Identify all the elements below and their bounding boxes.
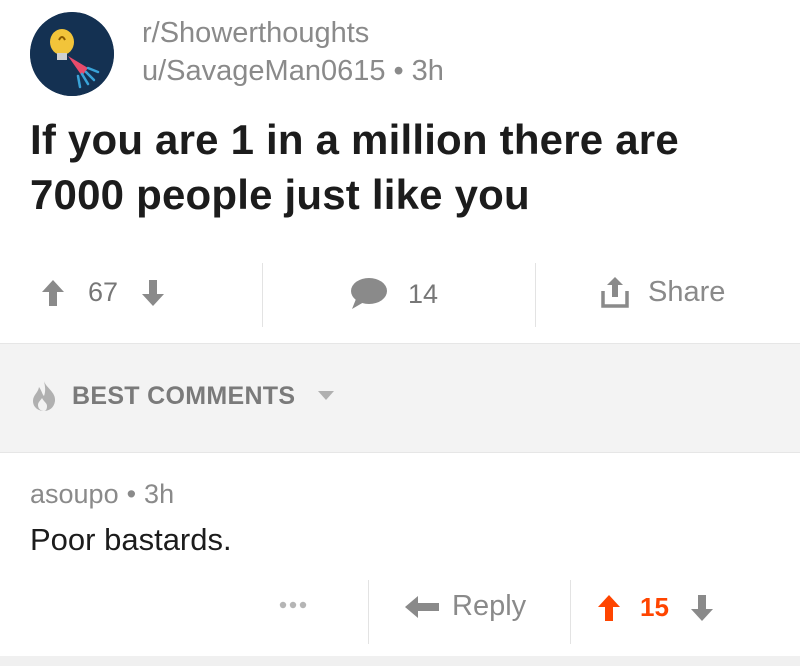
comment-vote-group: 15 — [596, 592, 715, 623]
comment-age: 3h — [144, 479, 175, 509]
flame-icon — [33, 381, 56, 411]
divider — [570, 580, 571, 644]
comment-author-line: asoupo • 3h — [30, 478, 770, 510]
post-author[interactable]: u/SavageMan0615 — [142, 55, 385, 87]
reply-arrow-icon — [405, 595, 439, 618]
downvote-arrow-icon[interactable] — [689, 593, 715, 623]
comment-author[interactable]: asoupo — [30, 479, 119, 509]
reply-label: Reply — [452, 590, 527, 622]
post-vote-group: 67 — [40, 277, 166, 308]
bottom-strip — [0, 656, 800, 666]
post-age: 3h — [411, 55, 444, 87]
sort-dropdown[interactable]: BEST COMMENTS — [30, 380, 335, 412]
divider — [262, 263, 263, 327]
comment-sort-bar: BEST COMMENTS — [0, 343, 800, 453]
more-options-icon[interactable] — [278, 600, 308, 610]
comment-score: 15 — [640, 592, 669, 622]
divider — [368, 580, 369, 644]
post-header: r/Showerthoughts u/SavageMan0615 • 3h — [30, 12, 770, 96]
upvote-arrow-icon[interactable] — [40, 278, 66, 308]
subreddit-avatar[interactable] — [30, 12, 114, 96]
share-button[interactable]: Share — [600, 275, 725, 309]
chevron-down-icon — [318, 391, 335, 400]
post-score: 67 — [88, 277, 119, 307]
post-action-bar: 67 14 Share — [0, 255, 800, 333]
comments-count: 14 — [408, 278, 439, 309]
subreddit-link[interactable]: r/Showerthoughts — [142, 16, 444, 50]
comment-bubble-icon — [351, 278, 387, 309]
sort-label: BEST COMMENTS — [72, 381, 296, 410]
downvote-arrow-icon[interactable] — [140, 278, 166, 308]
comment: asoupo • 3h Poor bastards. — [30, 478, 770, 560]
separator-dot: • — [126, 479, 137, 509]
comment-action-bar: Reply 15 — [0, 572, 800, 652]
comment-body: Poor bastards. — [30, 522, 232, 557]
share-label: Share — [648, 275, 726, 308]
lightbulb-shower-icon — [30, 12, 114, 96]
post-author-line: u/SavageMan0615 • 3h — [142, 54, 444, 88]
post-title: If you are 1 in a million there are 7000… — [30, 116, 679, 218]
share-icon — [601, 277, 629, 308]
separator-dot: • — [393, 55, 404, 87]
reply-button[interactable]: Reply — [404, 590, 526, 623]
upvote-arrow-icon[interactable] — [596, 593, 622, 623]
divider — [535, 263, 536, 327]
comments-button[interactable]: 14 — [350, 277, 438, 311]
